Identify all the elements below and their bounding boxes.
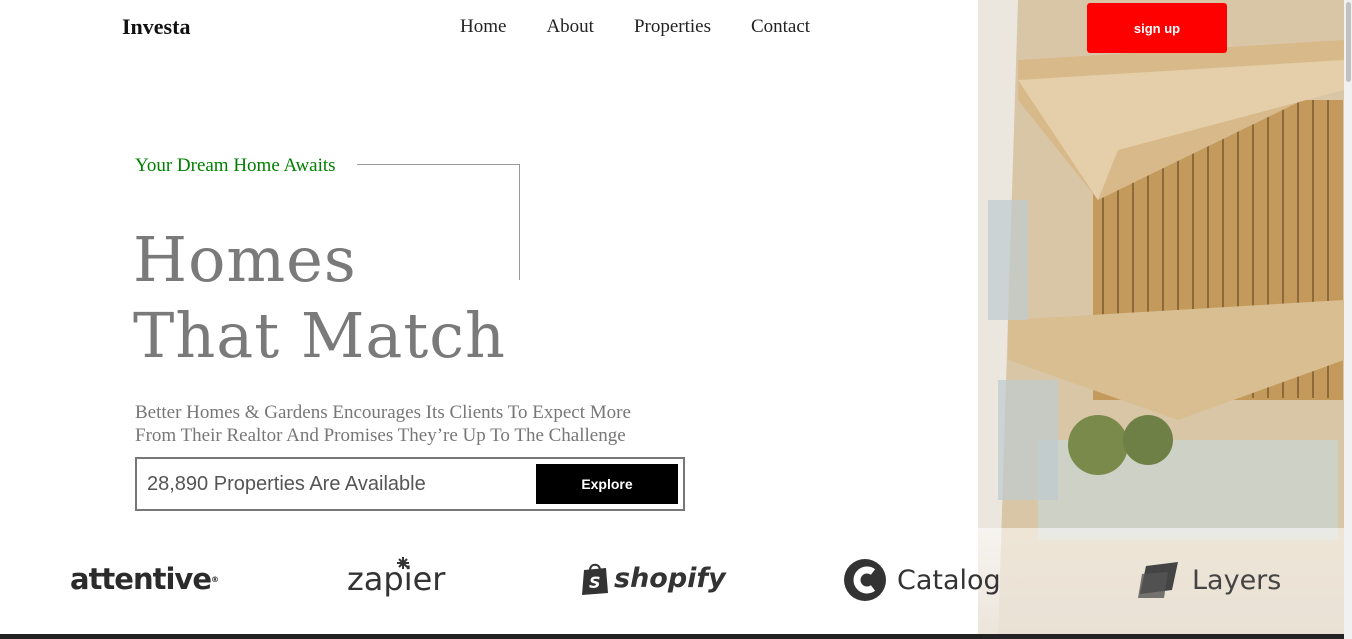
hero-description: Better Homes & Gardens Encourages Its Cl… bbox=[135, 401, 695, 447]
tagline-divider bbox=[357, 164, 519, 165]
property-count-text: 28,890 Properties Are Available bbox=[147, 473, 426, 495]
headline-line-1: Homes bbox=[133, 223, 357, 296]
hero-headline: Homes That Match bbox=[133, 222, 506, 374]
headline-line-2: That Match bbox=[133, 299, 506, 372]
brand-shopify: S shopify bbox=[580, 561, 726, 595]
brand-catalog-label: Catalog bbox=[897, 564, 1001, 596]
tagline-divider-vertical bbox=[519, 164, 520, 280]
brand-attentive: attentive ® bbox=[70, 562, 219, 596]
scrollbar-thumb[interactable] bbox=[1346, 2, 1351, 82]
brand-layers-label: Layers bbox=[1192, 564, 1282, 596]
brand-shopify-label: shopify bbox=[614, 562, 726, 594]
explore-button[interactable]: Explore bbox=[536, 464, 678, 504]
main-nav: Home About Properties Contact bbox=[460, 16, 810, 38]
brand-attentive-label: attentive bbox=[70, 562, 212, 596]
nav-properties[interactable]: Properties bbox=[634, 16, 711, 38]
brand-zapier: zapier bbox=[347, 557, 445, 598]
description-line-2: From Their Realtor And Promises They’re … bbox=[135, 425, 626, 446]
page-bottom-border bbox=[0, 634, 1344, 639]
nav-contact[interactable]: Contact bbox=[751, 16, 810, 38]
brand-catalog: Catalog bbox=[843, 558, 1001, 602]
scrollbar[interactable] bbox=[1344, 0, 1352, 639]
description-line-1: Better Homes & Gardens Encourages Its Cl… bbox=[135, 402, 631, 423]
hero-tagline: Your Dream Home Awaits bbox=[135, 155, 336, 176]
brand-layers: Layers bbox=[1138, 560, 1281, 600]
nav-home[interactable]: Home bbox=[460, 16, 506, 38]
catalog-logo-icon bbox=[844, 559, 886, 601]
layers-logo-icon bbox=[1138, 562, 1178, 598]
shopify-bag-icon: S bbox=[582, 563, 608, 595]
svg-text:S: S bbox=[589, 573, 601, 592]
site-logo[interactable]: Investa bbox=[122, 14, 190, 40]
signup-button[interactable]: sign up bbox=[1087, 3, 1227, 53]
property-search-box[interactable]: 28,890 Properties Are Available Explore bbox=[135, 457, 685, 511]
nav-about[interactable]: About bbox=[546, 16, 594, 38]
zapier-asterisk-icon bbox=[397, 557, 409, 569]
